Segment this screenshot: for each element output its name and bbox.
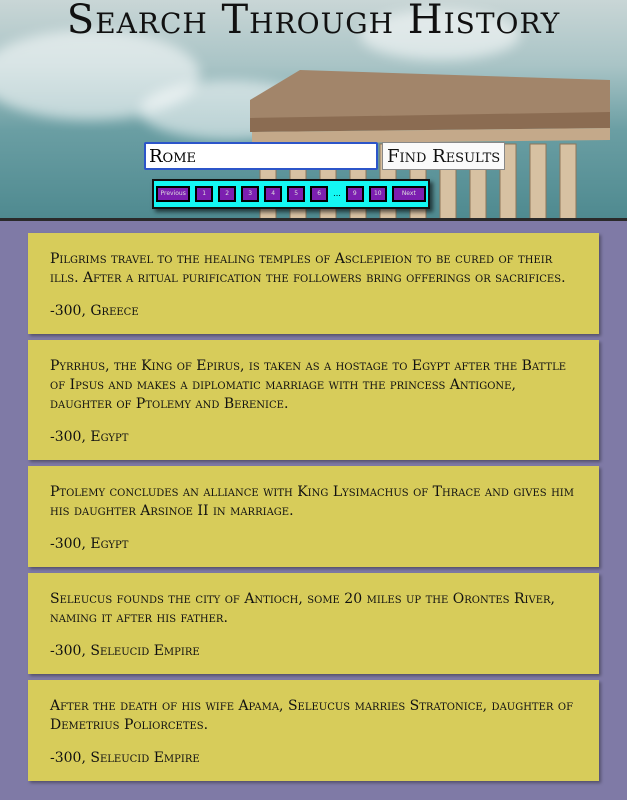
pagination: Previous 1 2 3 4 5 6 ... 9 10 Next bbox=[152, 179, 430, 209]
page-button-5[interactable]: 5 bbox=[287, 186, 306, 202]
result-year: -300 bbox=[50, 429, 82, 445]
result-card: Ptolemy concludes an alliance with King … bbox=[28, 466, 599, 567]
result-meta: -300, Egypt bbox=[50, 429, 129, 445]
page-title: Search Through History bbox=[66, 0, 561, 43]
result-card: Pyrrhus, the King of Epirus, is taken as… bbox=[28, 340, 599, 460]
result-place: Egypt bbox=[90, 429, 129, 445]
previous-page-button[interactable]: Previous bbox=[156, 186, 191, 202]
search-bar: Find Results bbox=[144, 142, 506, 170]
next-page-button[interactable]: Next bbox=[391, 186, 426, 202]
page-button-3[interactable]: 3 bbox=[241, 186, 260, 202]
result-description: Pyrrhus, the King of Epirus, is taken as… bbox=[50, 358, 567, 412]
result-place: Greece bbox=[90, 303, 139, 319]
page-button-9[interactable]: 9 bbox=[345, 186, 364, 202]
page-button-6[interactable]: 6 bbox=[310, 186, 329, 202]
page-button-2[interactable]: 2 bbox=[218, 186, 237, 202]
result-meta: -300, Seleucid Empire bbox=[50, 750, 200, 766]
result-card: After the death of his wife Apama, Seleu… bbox=[28, 680, 599, 781]
result-year: -300 bbox=[50, 536, 82, 552]
results-list: Pilgrims travel to the healing temples o… bbox=[28, 233, 599, 787]
result-place: Seleucid Empire bbox=[90, 643, 200, 659]
result-place: Seleucid Empire bbox=[90, 750, 200, 766]
result-description: After the death of his wife Apama, Seleu… bbox=[50, 698, 574, 733]
result-description: Pilgrims travel to the healing temples o… bbox=[50, 251, 566, 286]
result-description: Ptolemy concludes an alliance with King … bbox=[50, 484, 574, 519]
result-place: Egypt bbox=[90, 536, 129, 552]
result-card: Pilgrims travel to the healing temples o… bbox=[28, 233, 599, 334]
result-year: -300 bbox=[50, 303, 82, 319]
page-button-4[interactable]: 4 bbox=[264, 186, 283, 202]
result-description: Seleucus founds the city of Antioch, som… bbox=[50, 591, 555, 626]
find-results-button[interactable]: Find Results bbox=[382, 142, 506, 170]
result-year: -300 bbox=[50, 643, 82, 659]
result-year: -300 bbox=[50, 750, 82, 766]
pagination-ellipsis: ... bbox=[333, 189, 341, 198]
page-button-1[interactable]: 1 bbox=[195, 186, 214, 202]
result-card: Seleucus founds the city of Antioch, som… bbox=[28, 573, 599, 674]
hero-header: Search Through History Find Results Prev… bbox=[0, 0, 627, 221]
page-button-10[interactable]: 10 bbox=[368, 186, 387, 202]
result-meta: -300, Egypt bbox=[50, 536, 129, 552]
search-input[interactable] bbox=[144, 142, 378, 170]
result-meta: -300, Greece bbox=[50, 303, 139, 319]
result-meta: -300, Seleucid Empire bbox=[50, 643, 200, 659]
